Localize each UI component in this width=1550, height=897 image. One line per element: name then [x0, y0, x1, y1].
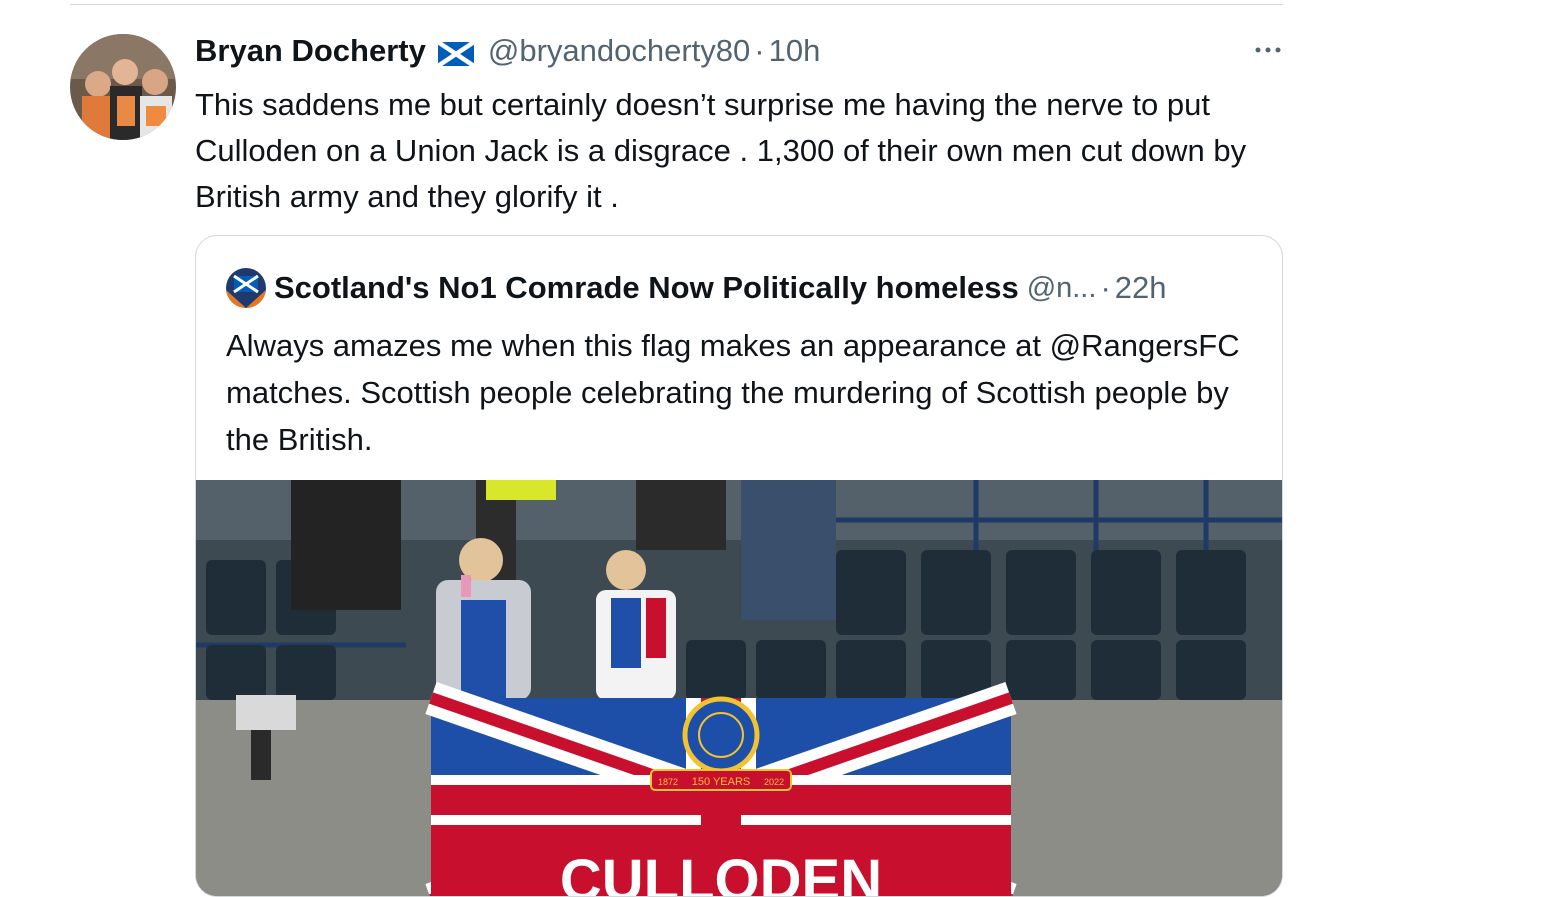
user-handle[interactable]: @bryandocherty80: [488, 34, 750, 68]
tweet-timestamp[interactable]: 10h: [769, 34, 821, 68]
quote-media-image[interactable]: 150 YEARS 1872 2022 CULLODEN: [196, 480, 1282, 897]
union-flag-banner: 150 YEARS 1872 2022 CULLODEN: [425, 681, 1017, 897]
crest-year-left: 1872: [658, 777, 678, 787]
quote-tweet-card[interactable]: Scotland's No1 Comrade Now Politically h…: [195, 235, 1283, 897]
quote-header: Scotland's No1 Comrade Now Politically h…: [226, 268, 1167, 308]
more-horizontal-icon[interactable]: [1253, 40, 1283, 60]
crest-years-label: 150 YEARS: [692, 776, 751, 788]
banner-text: CULLODEN: [560, 848, 882, 897]
quote-handle[interactable]: @n...: [1027, 269, 1097, 307]
user-avatar[interactable]: [70, 34, 176, 140]
tweet-header: Bryan Docherty @bryandocherty80 · 10h: [195, 34, 1283, 68]
display-name[interactable]: Bryan Docherty: [195, 34, 426, 68]
top-divider: [70, 4, 1283, 5]
quote-timestamp[interactable]: 22h: [1115, 269, 1167, 307]
quote-separator-dot: ·: [1100, 270, 1111, 305]
quote-text: Always amazes me when this flag makes an…: [226, 328, 1240, 457]
quote-display-name[interactable]: Scotland's No1 Comrade Now Politically h…: [274, 269, 1019, 307]
quote-avatar[interactable]: [226, 268, 266, 308]
tweet-text: This saddens me but certainly doesn’t su…: [195, 87, 1247, 214]
separator-dot: ·: [754, 33, 765, 68]
scotland-flag-icon: [436, 39, 476, 68]
crest-year-right: 2022: [764, 777, 784, 787]
tweet-body: Bryan Docherty @bryandocherty80 · 10h Th…: [195, 34, 1283, 220]
